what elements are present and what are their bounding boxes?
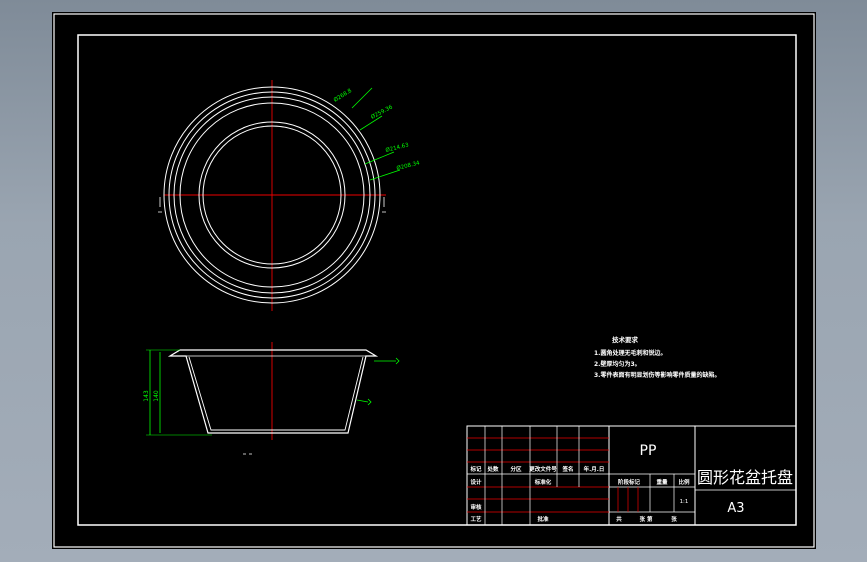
- tb-sheet-no: 张 第: [640, 515, 653, 523]
- tb-stage-mark: 阶段标记: [618, 478, 641, 486]
- stage-mark-cells: [617, 487, 639, 512]
- tech-req-item-2: 2.壁厚均匀为3。: [594, 360, 641, 368]
- pot-outer-profile: [167, 349, 379, 434]
- dim-140-label: 140: [153, 390, 160, 402]
- sheet-inner-border: [77, 34, 797, 526]
- dim-label-4: Ø208.34: [396, 159, 421, 172]
- revision-grid-lines: [467, 437, 609, 513]
- leader-wall-arrow: [367, 398, 372, 406]
- tb-zone: 分区: [510, 465, 522, 473]
- leader-dim-4: [369, 169, 401, 181]
- dim-label-3: Ø214.63: [385, 141, 410, 154]
- section-mark-right: [382, 197, 386, 213]
- tech-requirements: 技术要求 1.圆角处理无毛刺和锐边。 2.壁厚均匀为3。 3.零件表面有明显划伤…: [594, 335, 720, 379]
- dim-143-label: 143: [143, 390, 150, 402]
- leader-dim-3: [364, 151, 395, 165]
- tb-process: 工艺: [470, 515, 482, 523]
- leader-rim-arrow: [395, 357, 400, 365]
- tb-mark: 标记: [469, 465, 482, 473]
- tech-req-item-1: 1.圆角处理无毛刺和锐边。: [594, 349, 666, 357]
- dim-label-1: Ø268.8: [332, 87, 353, 104]
- title-block: PP 圆形花盆托盘 A3 标记 处数 分区 更改文件号 签名 年.月.日 设计 …: [466, 425, 797, 526]
- tb-design: 设计: [470, 478, 482, 486]
- drawing-title: 圆形花盆托盘: [697, 468, 793, 487]
- tech-req-item-3: 3.零件表面有明显划伤等影响零件质量的缺陷。: [594, 371, 720, 379]
- tb-weight: 重量: [656, 478, 668, 486]
- cad-viewport[interactable]: Ø268.8 Ø259.36 Ø214.63 Ø208.34 143 140 技…: [52, 12, 816, 549]
- leader-dim-1: [351, 87, 373, 109]
- tb-standardize: 标准化: [534, 478, 552, 486]
- tb-date: 年.月.日: [584, 465, 605, 473]
- tb-sign: 签名: [561, 465, 573, 473]
- tb-count: 处数: [486, 465, 499, 473]
- drawing-canvas: Ø268.8 Ø259.36 Ø214.63 Ø208.34 143 140 技…: [53, 13, 815, 548]
- tb-ratio: 比例: [678, 478, 690, 486]
- leader-wall: [356, 399, 369, 403]
- tb-sheet-suffix: 张: [671, 515, 677, 523]
- top-view: Ø268.8 Ø259.36 Ø214.63 Ø208.34: [158, 80, 421, 311]
- sheet-size-label: A3: [727, 501, 744, 516]
- tb-approve: 批准: [537, 515, 549, 523]
- material-label: PP: [640, 443, 657, 459]
- dim-label-2: Ø259.36: [370, 103, 395, 120]
- tech-req-heading: 技术要求: [612, 335, 639, 344]
- tb-total: 共: [616, 515, 622, 523]
- pot-inner-profile: [188, 356, 364, 431]
- side-view: 143 140: [143, 342, 400, 455]
- tb-review: 审核: [470, 503, 482, 511]
- tb-scale-value: 1:1: [680, 499, 689, 505]
- section-mark-left: [158, 197, 162, 213]
- tb-change-doc: 更改文件号: [529, 465, 557, 473]
